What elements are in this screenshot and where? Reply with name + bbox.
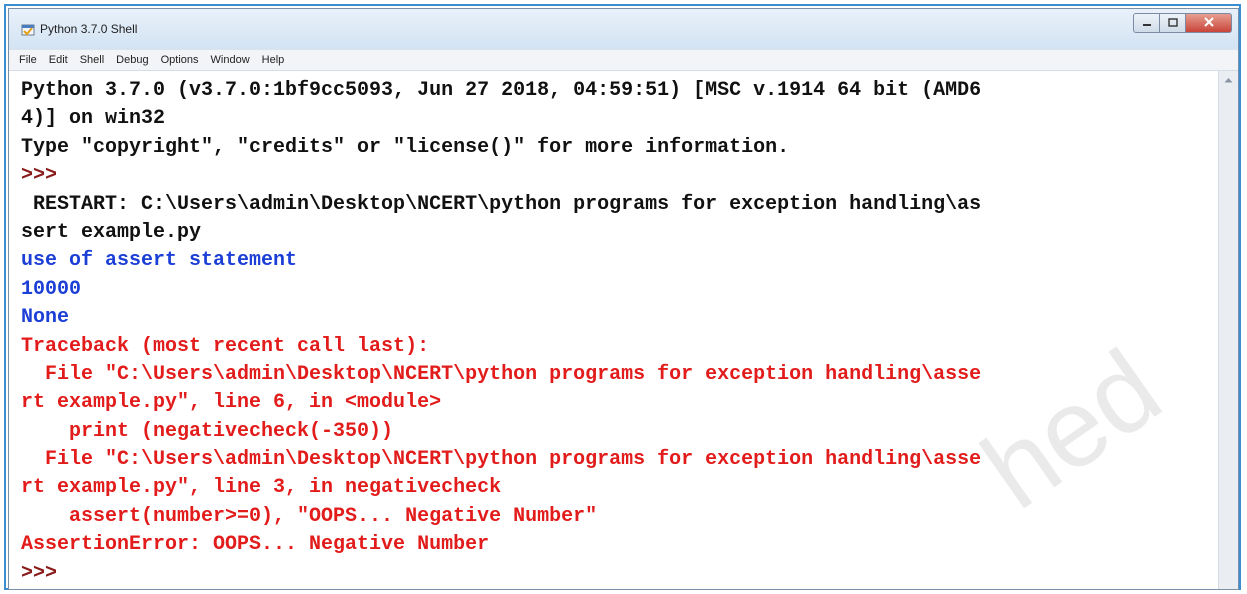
traceback-line: rt example.py", line 6, in <module>: [21, 391, 442, 415]
shell-text: Python 3.7.0 (v3.7.0:1bf9cc5093, Jun 27 …: [21, 77, 981, 588]
idle-shell-window: Python 3.7.0 Shell File Edit Shell Debug…: [8, 8, 1239, 590]
menu-edit[interactable]: Edit: [49, 54, 68, 66]
window-title: Python 3.7.0 Shell: [40, 22, 138, 36]
traceback-line: assert(number>=0), "OOPS... Negative Num…: [21, 504, 598, 528]
vertical-scrollbar[interactable]: [1218, 71, 1238, 589]
close-icon: [1203, 14, 1214, 32]
banner-line: 4)] on win32: [21, 107, 166, 131]
menu-file[interactable]: File: [19, 54, 37, 66]
error-line: AssertionError: OOPS... Negative Number: [21, 533, 490, 557]
traceback-line: File "C:\Users\admin\Desktop\NCERT\pytho…: [21, 448, 982, 472]
minimize-icon: [1142, 14, 1152, 32]
shell-output-area[interactable]: Python 3.7.0 (v3.7.0:1bf9cc5093, Jun 27 …: [9, 71, 1238, 589]
output-line: None: [21, 306, 70, 330]
output-line: use of assert statement: [21, 249, 298, 273]
traceback-line: rt example.py", line 3, in negativecheck: [21, 476, 502, 500]
menu-options[interactable]: Options: [161, 54, 199, 66]
prompt: >>>: [21, 164, 70, 188]
menu-shell[interactable]: Shell: [80, 54, 104, 66]
window-controls: [1133, 13, 1232, 35]
traceback-line: File "C:\Users\admin\Desktop\NCERT\pytho…: [21, 362, 982, 386]
maximize-button[interactable]: [1160, 13, 1186, 33]
restart-line: sert example.py: [21, 220, 202, 244]
close-button[interactable]: [1186, 13, 1232, 33]
traceback-line: Traceback (most recent call last):: [21, 334, 430, 358]
banner-line: Python 3.7.0 (v3.7.0:1bf9cc5093, Jun 27 …: [21, 79, 982, 102]
title-bar[interactable]: Python 3.7.0 Shell: [9, 9, 1238, 49]
output-line: 10000: [21, 277, 82, 301]
maximize-icon: [1167, 14, 1178, 32]
menu-window[interactable]: Window: [211, 54, 250, 66]
menu-help[interactable]: Help: [262, 54, 285, 66]
python-shell-icon: [21, 23, 35, 37]
restart-line: RESTART: C:\Users\admin\Desktop\NCERT\py…: [21, 192, 982, 216]
info-line: Type "copyright", "credits" or "license(…: [21, 135, 790, 159]
traceback-line: print (negativecheck(-350)): [21, 419, 394, 443]
minimize-button[interactable]: [1133, 13, 1160, 33]
menu-bar: File Edit Shell Debug Options Window Hel…: [9, 49, 1238, 71]
scroll-up-arrow-icon[interactable]: [1221, 73, 1235, 87]
prompt: >>>: [21, 561, 70, 585]
menu-debug[interactable]: Debug: [116, 54, 148, 66]
